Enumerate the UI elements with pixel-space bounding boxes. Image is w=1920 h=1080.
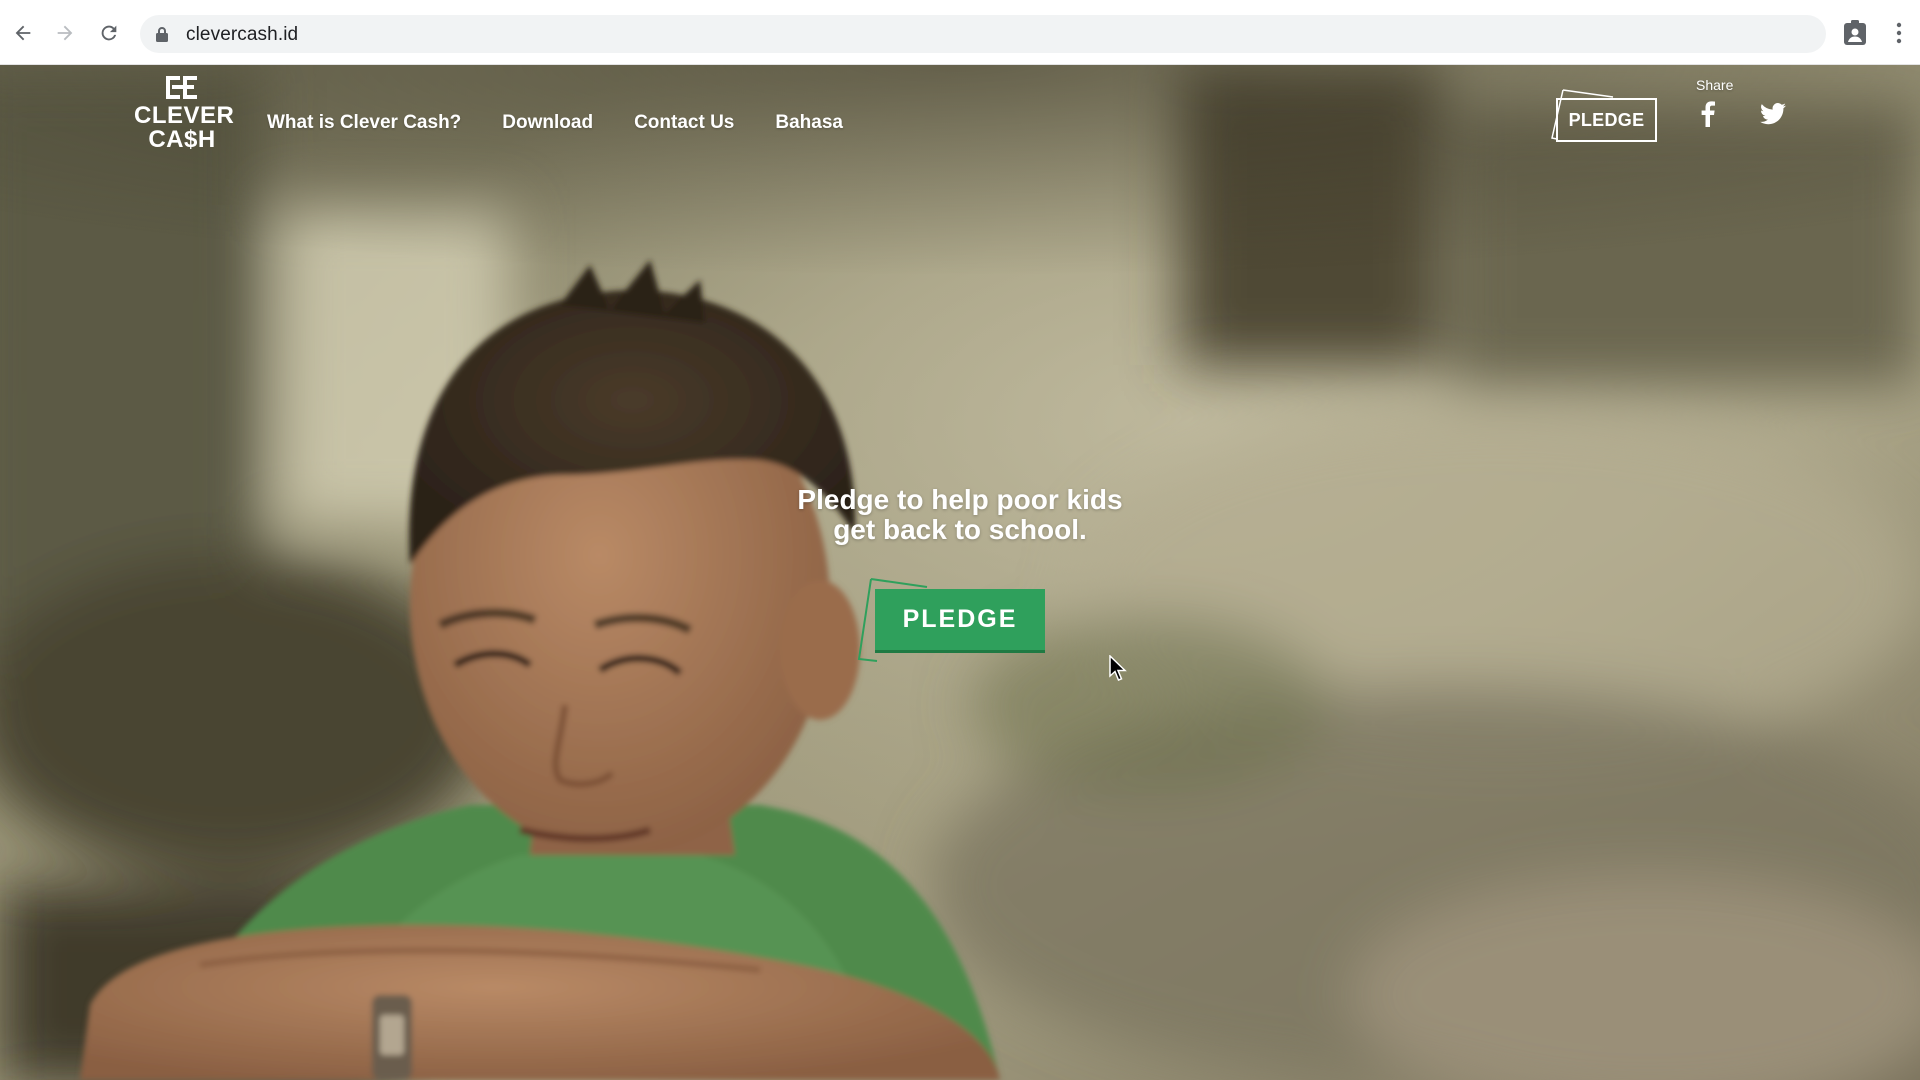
hero-heading: Pledge to help poor kids get back to sch… <box>760 485 1160 545</box>
hero-heading-line2: get back to school. <box>833 514 1087 545</box>
hero-pledge-label: PLEDGE <box>875 589 1045 653</box>
profile-icon[interactable] <box>1843 20 1867 46</box>
lock-icon <box>156 27 168 42</box>
main-nav: What is Clever Cash? Download Contact Us… <box>267 105 884 141</box>
menu-icon[interactable] <box>1889 21 1909 45</box>
browser-toolbar: clevercash.id <box>0 0 1920 65</box>
back-button[interactable] <box>8 18 38 48</box>
reload-button[interactable] <box>94 18 124 48</box>
clever-cash-logo[interactable]: CLEVER CA$H <box>134 75 235 155</box>
nav-link-download[interactable]: Download <box>502 112 593 134</box>
hero-pledge-button[interactable]: PLEDGE <box>857 577 1047 663</box>
page-viewport: CLEVER CA$H What is Clever Cash? Downloa… <box>0 65 1920 1080</box>
forward-icon <box>57 25 73 41</box>
logo-text-line1: CLEVER <box>134 102 235 129</box>
forward-button[interactable] <box>50 18 80 48</box>
back-icon <box>15 25 31 41</box>
url-text[interactable]: clevercash.id <box>186 24 298 46</box>
header-pledge-button[interactable]: PLEDGE <box>1551 89 1657 142</box>
site-header: CLEVER CA$H What is Clever Cash? Downloa… <box>0 65 1920 175</box>
twitter-icon[interactable] <box>1760 103 1786 125</box>
nav-link-bahasa[interactable]: Bahasa <box>775 112 843 134</box>
hero-background-photo <box>0 65 1920 1080</box>
header-pledge-label: PLEDGE <box>1556 98 1657 142</box>
hero-heading-line1: Pledge to help poor kids <box>797 484 1123 515</box>
logo-text-line2: CA$H <box>148 126 216 153</box>
nav-link-contact-us[interactable]: Contact Us <box>634 112 734 134</box>
nav-link-what-is[interactable]: What is Clever Cash? <box>267 112 461 134</box>
share-label: Share <box>1696 77 1734 93</box>
logo-mark-icon <box>166 76 197 99</box>
facebook-icon[interactable] <box>1697 101 1719 127</box>
address-bar[interactable]: clevercash.id <box>140 15 1826 53</box>
mouse-cursor-icon <box>1109 655 1127 681</box>
reload-icon <box>101 25 117 41</box>
